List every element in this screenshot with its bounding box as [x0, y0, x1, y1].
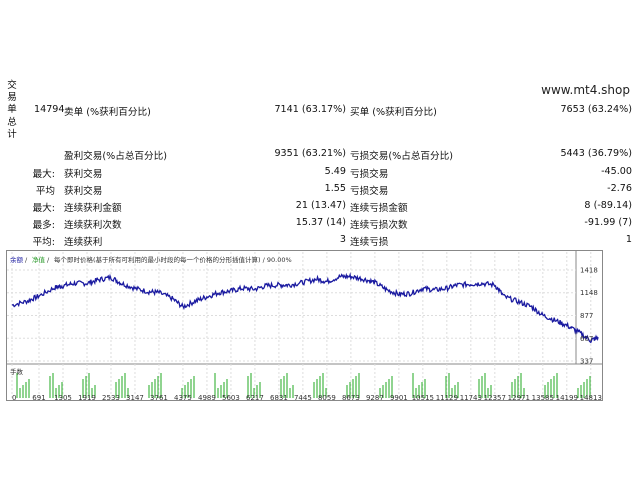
stat-label: 连续获利金额	[64, 203, 122, 214]
x-tick-label: 1919	[78, 394, 96, 402]
x-tick-label: 8673	[342, 394, 360, 402]
stat-value: 9351 (63.21%)	[274, 148, 346, 159]
x-tick-label: 8059	[318, 394, 336, 402]
lots-label: 手数	[10, 367, 24, 376]
short-trades-label: 卖单 (%获利百分比)	[64, 107, 151, 118]
x-tick-label: 14199	[556, 394, 578, 402]
x-tick-label: 11743	[460, 394, 482, 402]
x-tick-label: 10515	[412, 394, 434, 402]
x-tick-label: 4375	[174, 394, 192, 402]
stat-label: 连续获利次数	[64, 220, 122, 231]
x-tick-label: 6217	[246, 394, 264, 402]
stat-prefix: 最大:	[32, 203, 55, 214]
stat-label-2: 连续亏损次数	[350, 220, 408, 231]
stat-label: 连续获利	[64, 237, 103, 248]
x-tick-label: 12971	[508, 394, 530, 402]
y-tick-label: 1418	[580, 267, 598, 275]
short-trades-value: 7141 (63.17%)	[274, 104, 346, 115]
stat-value: 15.37 (14)	[295, 217, 346, 228]
stat-value-2: -91.99 (7)	[584, 217, 632, 228]
stat-prefix: 最多:	[32, 220, 55, 231]
y-tick-label: 877	[580, 312, 593, 320]
stat-label-2: 亏损交易(%占总百分比)	[350, 151, 453, 162]
chart-header-balance: 余额	[10, 255, 24, 264]
total-trades-value: 14794	[34, 104, 65, 115]
stat-label: 盈利交易(%占总百分比)	[64, 151, 167, 162]
side-label: 交易单总计	[7, 80, 17, 140]
stat-value-2: 8 (-89.14)	[584, 200, 632, 211]
long-trades-label: 买单 (%获利百分比)	[350, 107, 437, 118]
y-tick-label: 607	[580, 335, 593, 343]
x-tick-label: 9901	[390, 394, 408, 402]
y-tick-label: 1148	[580, 289, 598, 297]
stat-value-2: -2.76	[607, 183, 632, 194]
x-tick-label: 1305	[54, 394, 72, 402]
stat-prefix: 平均	[35, 186, 55, 197]
stat-value: 1.55	[324, 183, 346, 194]
stat-label: 获利交易	[64, 186, 103, 197]
x-tick-label: 5603	[222, 394, 240, 402]
stat-prefix: 平均:	[32, 237, 55, 248]
chart-frame	[6, 250, 603, 401]
x-tick-label: 3147	[126, 394, 144, 402]
long-trades-value: 7653 (63.24%)	[560, 104, 632, 115]
stat-value: 3	[339, 234, 346, 245]
x-tick-label: 0	[12, 394, 16, 402]
stat-value-2: 1	[625, 234, 632, 245]
x-tick-label: 3761	[150, 394, 168, 402]
x-tick-label: 691	[32, 394, 45, 402]
stat-label-2: 亏损交易	[350, 169, 389, 180]
x-tick-label: 6831	[270, 394, 288, 402]
x-tick-label: 9287	[366, 394, 384, 402]
stat-label-2: 亏损交易	[350, 186, 389, 197]
x-tick-label: 14813	[580, 394, 602, 402]
x-tick-label: 12357	[484, 394, 506, 402]
chart-header-equity: 净值	[32, 255, 46, 264]
x-tick-label: 2533	[102, 394, 120, 402]
balance-chart: 余额 / 净值 / 每个即时价格(基于所有可利用的最小时段的每一个价格的分形插值…	[6, 250, 603, 402]
stat-label-2: 连续亏损金额	[350, 203, 408, 214]
chart-header-description: 每个即时价格(基于所有可利用的最小时段的每一个价格的分形插值计算) / 90.0…	[54, 255, 292, 264]
stat-label-2: 连续亏损	[350, 237, 389, 248]
stat-value: 21 (13.47)	[295, 200, 346, 211]
site-watermark: www.mt4.shop	[541, 83, 630, 97]
x-tick-label: 13585	[532, 394, 554, 402]
y-tick-label: 337	[580, 358, 593, 366]
stat-value: 5.49	[324, 166, 346, 177]
x-tick-label: 4989	[198, 394, 216, 402]
stat-value-2: -45.00	[601, 166, 632, 177]
x-tick-label: 7445	[294, 394, 312, 402]
stat-prefix: 最大:	[32, 169, 55, 180]
x-tick-label: 11129	[436, 394, 458, 402]
stat-label: 获利交易	[64, 169, 103, 180]
stat-value-2: 5443 (36.79%)	[560, 148, 632, 159]
